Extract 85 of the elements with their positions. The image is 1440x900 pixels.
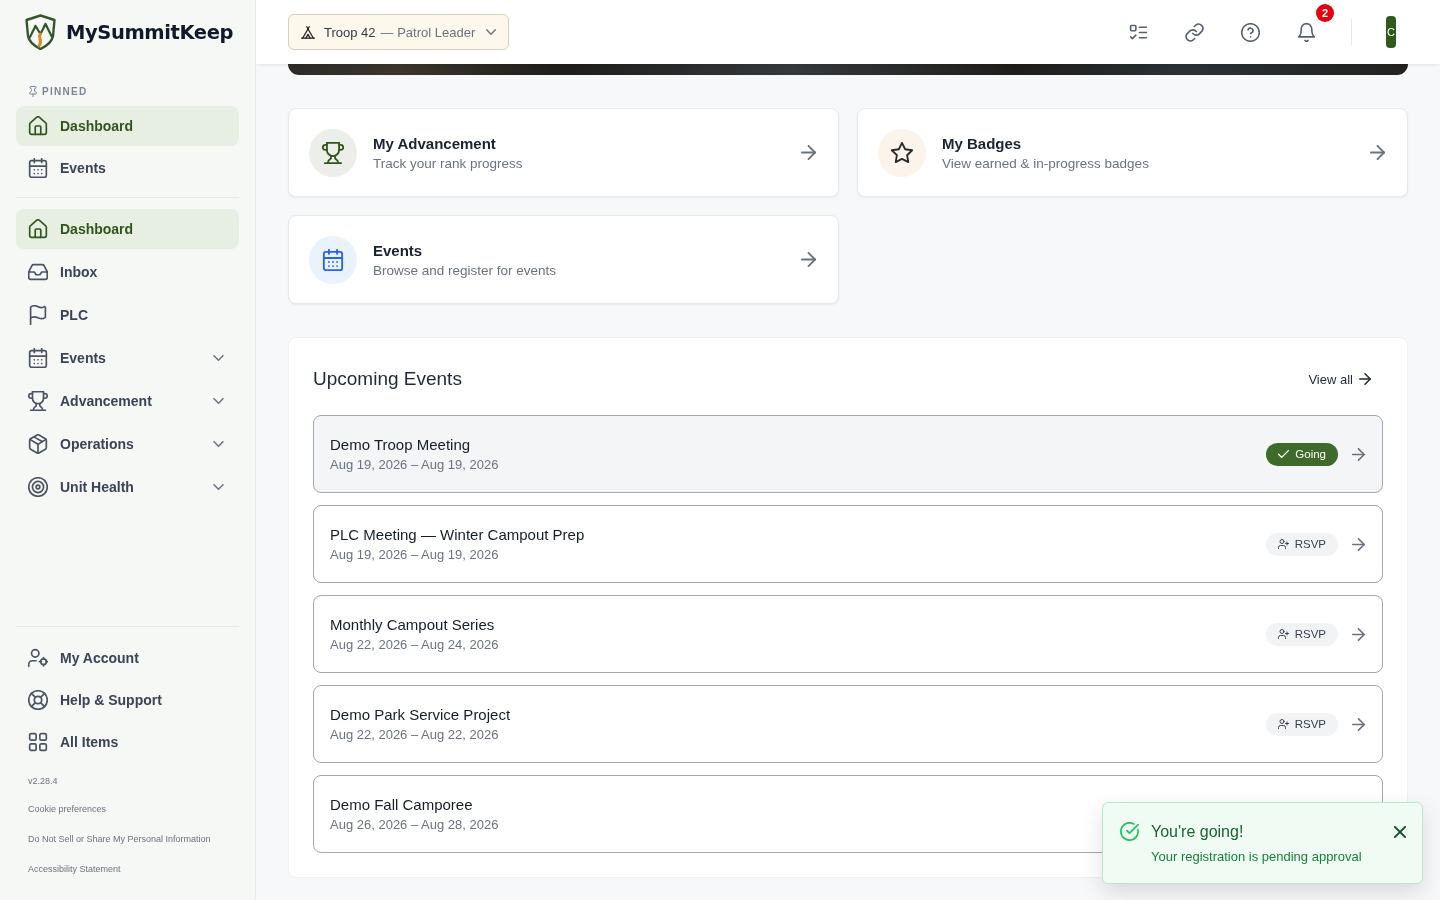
trophy-icon	[28, 391, 48, 411]
notification-count: 2	[1316, 4, 1334, 22]
link-icon	[1184, 22, 1204, 42]
card-title: My Badges	[942, 134, 1022, 152]
close-button[interactable]	[1394, 826, 1406, 838]
flag-icon	[28, 305, 48, 325]
grid-icon	[28, 732, 48, 752]
nav-item[interactable]: Events	[16, 148, 239, 188]
view-all-link[interactable]: View all	[1296, 367, 1383, 391]
event-row[interactable]: Demo Troop Meeting Aug 19, 2026 – Aug 19, 2026 Going	[313, 415, 1383, 493]
nav-item[interactable]: Advancement	[16, 381, 239, 421]
event-title: Demo Fall Camporee	[330, 796, 473, 813]
quick-link-card[interactable]: My Advancement Track your rank progress	[288, 108, 839, 197]
event-dates: Aug 19, 2026 – Aug 19, 2026	[330, 457, 499, 472]
calendar-icon	[309, 235, 357, 284]
event-title: PLC Meeting — Winter Campout Prep	[330, 526, 585, 543]
nav-item[interactable]: All Items	[16, 722, 239, 762]
arrow-right-icon	[1352, 717, 1365, 731]
card-subtitle: View earned & in-progress badges	[942, 155, 1149, 171]
panel-title: Upcoming Events	[313, 368, 462, 390]
nav-item[interactable]: Operations	[16, 424, 239, 464]
unit-switcher[interactable]: Troop 42 — Patrol Leader	[288, 14, 510, 50]
event-title: Demo Park Service Project	[330, 706, 511, 723]
brand-name: MySummitKeep	[66, 20, 234, 44]
arrow-right-icon	[1352, 537, 1365, 551]
calendar-icon	[28, 348, 48, 368]
nav-item[interactable]: Events	[16, 338, 239, 378]
event-dates: Aug 19, 2026 – Aug 19, 2026	[330, 547, 499, 562]
user-gear-icon	[28, 648, 48, 668]
logo-icon	[24, 14, 57, 50]
rsvp-button[interactable]: RSVP	[1265, 622, 1338, 646]
card-subtitle: Browse and register for events	[373, 262, 557, 278]
going-button[interactable]: Going	[1266, 442, 1338, 466]
lifebuoy-icon	[28, 690, 48, 710]
avatar[interactable]: C	[1386, 16, 1396, 48]
inbox-icon	[28, 262, 48, 282]
rsvp-button[interactable]: RSVP	[1265, 532, 1338, 556]
card-title: My Advancement	[373, 134, 496, 152]
check-circle-icon	[1120, 822, 1139, 841]
nav-item[interactable]: Dashboard	[16, 106, 239, 146]
section-label: PINNED	[42, 85, 88, 97]
nav-item[interactable]: Dashboard	[16, 209, 239, 249]
box-icon	[28, 434, 48, 454]
pin-icon	[29, 85, 37, 97]
quick-link-card[interactable]: Events Browse and register for events	[288, 215, 839, 304]
nav-item[interactable]: Unit Health	[16, 467, 239, 507]
user-plus-icon	[1277, 719, 1289, 729]
close-icon	[1394, 826, 1406, 838]
arrow-right-icon	[1359, 373, 1371, 385]
arrow-right-icon	[1352, 447, 1365, 461]
footer-link[interactable]: Accessibility Statement	[28, 862, 121, 876]
tent-icon	[301, 25, 315, 39]
event-dates: Aug 26, 2026 – Aug 28, 2026	[330, 817, 499, 832]
nav-item[interactable]: My Account	[16, 638, 239, 678]
calendar-icon	[28, 158, 48, 178]
event-row[interactable]: Monthly Campout Series Aug 22, 2026 – Aug 24, 2026 RSVP	[313, 595, 1383, 673]
rsvp-button[interactable]: RSVP	[1265, 712, 1338, 736]
arrow-right-icon	[1352, 627, 1365, 641]
nav-item[interactable]: PLC	[16, 295, 239, 335]
check-icon	[1278, 449, 1290, 459]
chevron-down-icon	[486, 29, 497, 35]
toast-title: You're going!	[1151, 822, 1244, 842]
help-icon	[1240, 22, 1260, 42]
card-subtitle: Track your rank progress	[373, 155, 523, 171]
event-title: Demo Troop Meeting	[330, 436, 471, 453]
checklist-icon	[1128, 22, 1148, 42]
event-dates: Aug 22, 2026 – Aug 22, 2026	[330, 727, 499, 742]
bell-icon	[1296, 22, 1316, 42]
event-dates: Aug 22, 2026 – Aug 24, 2026	[330, 637, 499, 652]
quick-link-card[interactable]: My Badges View earned & in-progress badges	[857, 108, 1408, 197]
target-icon	[28, 477, 48, 497]
home-icon	[28, 219, 48, 239]
event-row[interactable]: Demo Park Service Project Aug 22, 2026 – Aug 22, 2026 RSVP	[313, 685, 1383, 763]
user-plus-icon	[1277, 539, 1289, 549]
event-title: Monthly Campout Series	[330, 616, 495, 633]
nav-item[interactable]: Inbox	[16, 252, 239, 292]
event-row[interactable]: PLC Meeting — Winter Campout Prep Aug 19, 2026 – Aug 19, 2026 RSVP	[313, 505, 1383, 583]
nav-item[interactable]: Help & Support	[16, 680, 239, 720]
version-label: v2.28.4	[28, 775, 58, 788]
footer-link[interactable]: Do Not Sell or Share My Personal Information	[28, 832, 211, 846]
home-icon	[28, 116, 48, 136]
card-title: Events	[373, 241, 423, 259]
user-plus-icon	[1277, 629, 1289, 639]
trophy-icon	[309, 128, 357, 177]
footer-link[interactable]: Cookie preferences	[28, 802, 107, 816]
